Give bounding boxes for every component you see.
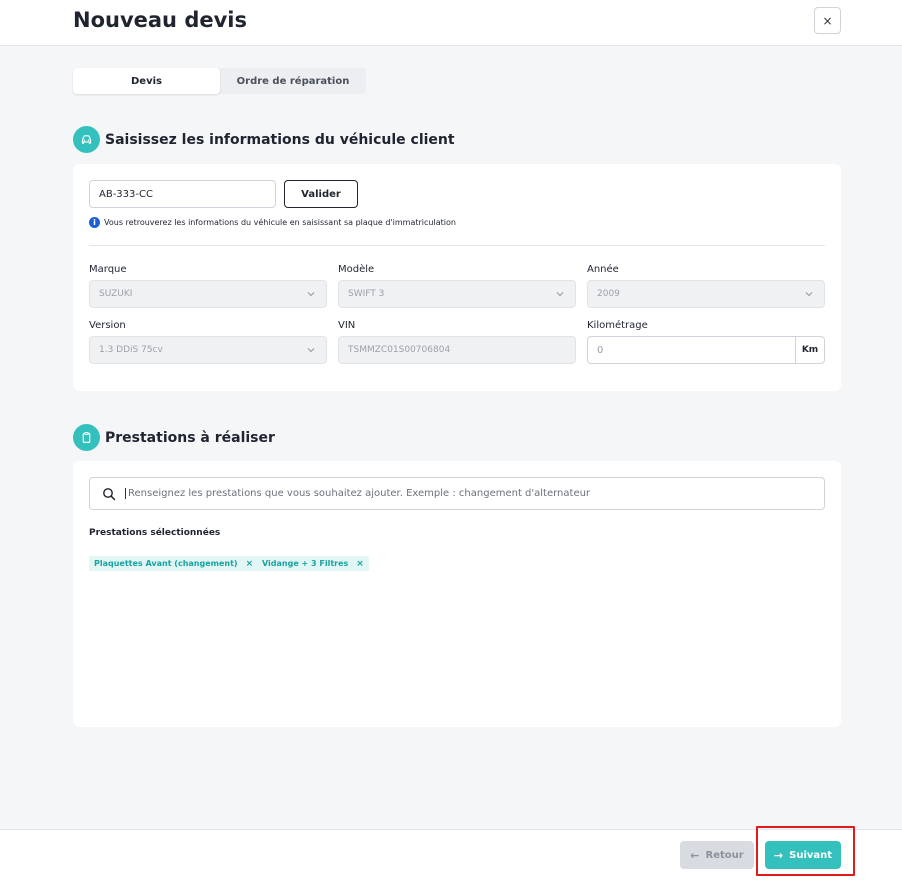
selected-services-label: Prestations sélectionnées <box>89 528 221 538</box>
back-label: Retour <box>705 849 744 861</box>
vin-field[interactable]: TSMMZC01S00706804 <box>338 336 576 364</box>
vin-label: VIN <box>338 320 356 331</box>
kilometrage-field[interactable]: 0 Km <box>587 336 825 364</box>
clipboard-icon <box>73 424 100 451</box>
marque-select[interactable]: SUZUKI <box>89 280 327 308</box>
chevron-down-icon <box>307 348 315 353</box>
vehicle-card: AB-333-CC Valider i Vous retrouverez les… <box>73 164 841 391</box>
vin-value: TSMMZC01S00706804 <box>348 345 451 355</box>
tab-ordre-de-reparation[interactable]: Ordre de réparation <box>220 68 366 94</box>
arrow-left-icon: ← <box>690 848 700 862</box>
service-chip-label: Vidange + 3 Filtres <box>262 559 349 568</box>
remove-chip-icon[interactable]: × <box>356 559 364 569</box>
divider <box>89 245 825 246</box>
service-chip: Vidange + 3 Filtres × <box>257 556 369 571</box>
validate-button[interactable]: Valider <box>284 180 358 208</box>
modele-label: Modèle <box>338 264 375 275</box>
services-section-header: Prestations à réaliser <box>73 424 275 451</box>
top-bar: Nouveau devis × <box>0 0 902 46</box>
annee-value: 2009 <box>597 289 620 299</box>
kilometrage-label: Kilométrage <box>587 320 648 331</box>
highlight-box <box>756 826 855 876</box>
km-unit: Km <box>795 337 824 363</box>
remove-chip-icon[interactable]: × <box>246 559 254 569</box>
services-card: Renseignez les prestations que vous souh… <box>73 461 841 727</box>
chevron-down-icon <box>556 292 564 297</box>
marque-label: Marque <box>89 264 127 275</box>
vehicle-section-title: Saisissez les informations du véhicule c… <box>105 131 455 148</box>
back-button[interactable]: ← Retour <box>680 841 754 869</box>
chevron-down-icon <box>805 292 813 297</box>
modele-select[interactable]: SWIFT 3 <box>338 280 576 308</box>
car-icon <box>73 126 100 153</box>
services-search[interactable]: Renseignez les prestations que vous souh… <box>89 477 825 510</box>
annee-select[interactable]: 2009 <box>587 280 825 308</box>
plate-info: i Vous retrouverez les informations du v… <box>89 217 456 228</box>
services-section-title: Prestations à réaliser <box>105 429 275 446</box>
tab-bar: Devis Ordre de réparation <box>73 68 366 94</box>
marque-value: SUZUKI <box>99 289 133 299</box>
service-chip-label: Plaquettes Avant (changement) <box>94 559 238 568</box>
tab-devis[interactable]: Devis <box>73 68 220 94</box>
version-value: 1.3 DDiS 75cv <box>99 345 163 355</box>
search-icon <box>103 487 116 500</box>
service-chip: Plaquettes Avant (changement) × <box>89 556 259 571</box>
chevron-down-icon <box>307 292 315 297</box>
annee-label: Année <box>587 264 619 275</box>
info-icon: i <box>89 217 100 228</box>
modele-value: SWIFT 3 <box>348 289 385 299</box>
plate-info-text: Vous retrouverez les informations du véh… <box>104 218 456 227</box>
kilometrage-input[interactable]: 0 <box>588 337 795 363</box>
page-title: Nouveau devis <box>73 8 247 32</box>
vehicle-section-header: Saisissez les informations du véhicule c… <box>73 126 455 153</box>
search-input[interactable]: Renseignez les prestations que vous souh… <box>125 488 590 499</box>
close-button[interactable]: × <box>814 7 841 34</box>
plate-input[interactable]: AB-333-CC <box>89 180 276 208</box>
version-select[interactable]: 1.3 DDiS 75cv <box>89 336 327 364</box>
version-label: Version <box>89 320 126 331</box>
